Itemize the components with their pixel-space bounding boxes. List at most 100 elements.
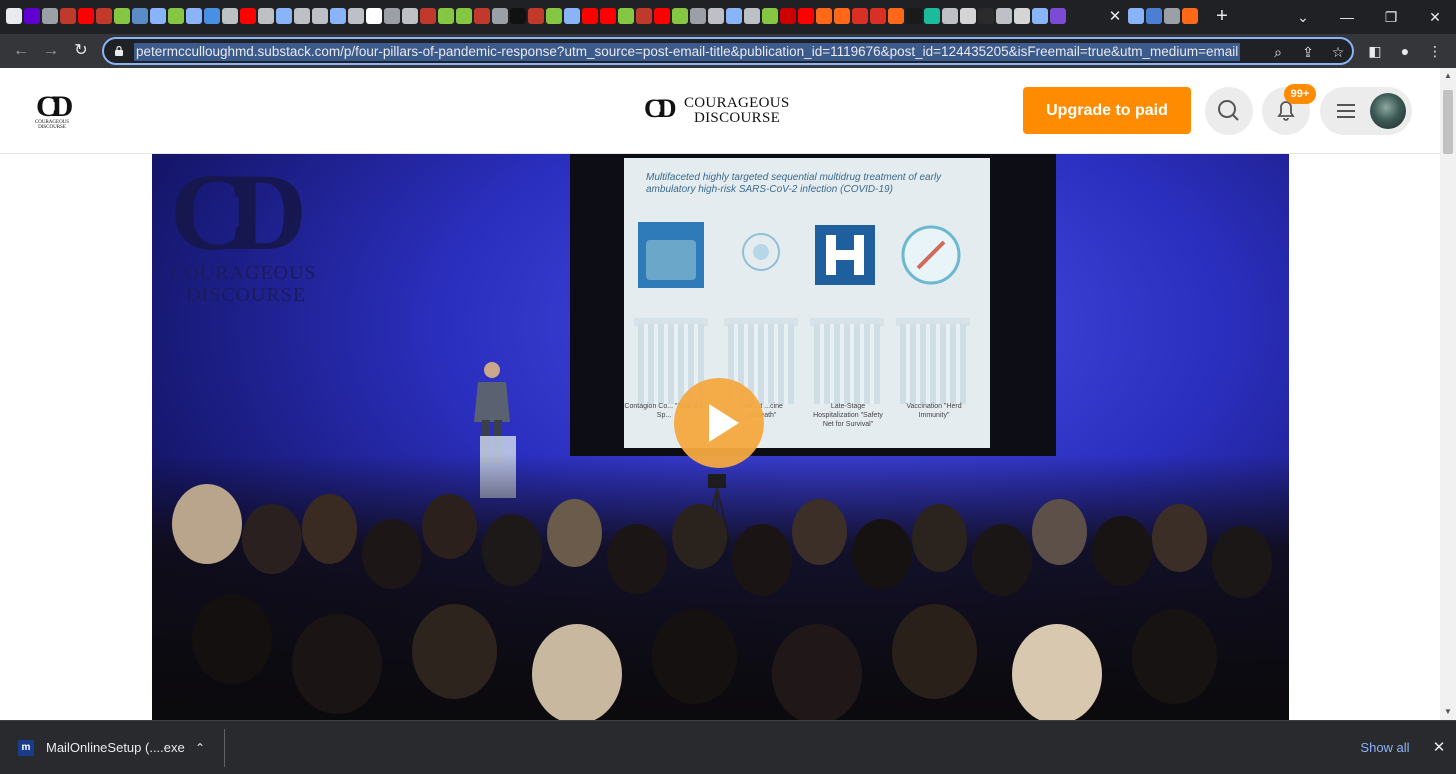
tab-favicon-substack-icon[interactable] xyxy=(816,8,832,24)
url-text[interactable]: petermcculloughmd.substack.com/p/four-pi… xyxy=(134,43,1241,61)
publication-logo-center[interactable]: CD COURAGEOUS DISCOURSE xyxy=(644,94,796,130)
audience-head xyxy=(172,484,242,564)
tab-favicon-youtube-icon[interactable] xyxy=(240,8,256,24)
tab-favicon-dots-icon[interactable] xyxy=(150,8,166,24)
tab-favicon-youtube-icon[interactable] xyxy=(654,8,670,24)
tab-favicon-bi-icon[interactable] xyxy=(636,8,652,24)
tab-favicon-circle-icon[interactable] xyxy=(906,8,922,24)
tab-favicon-youtube-icon[interactable] xyxy=(798,8,814,24)
close-download-bar-icon[interactable]: ✕ xyxy=(1428,737,1450,759)
tab-favicon-bi-icon[interactable] xyxy=(474,8,490,24)
tab-favicon-rumble-icon[interactable] xyxy=(672,8,688,24)
tab-favicon-dots-icon[interactable] xyxy=(1128,8,1144,24)
tab-favicon-bi-icon[interactable] xyxy=(60,8,76,24)
close-tab-icon[interactable]: ✕ xyxy=(1106,8,1124,26)
avatar[interactable] xyxy=(1370,93,1406,129)
tab-favicon-substack-icon[interactable] xyxy=(834,8,850,24)
close-window-icon[interactable]: ✕ xyxy=(1424,6,1446,28)
tab-favicon-dots-icon[interactable] xyxy=(276,8,292,24)
tab-favicon-rumble-icon[interactable] xyxy=(114,8,130,24)
tab-favicon-globe-icon[interactable] xyxy=(996,8,1012,24)
tab-favicon-search-icon[interactable] xyxy=(330,8,346,24)
tab-favicon-globe-icon[interactable] xyxy=(258,8,274,24)
download-filename[interactable]: MailOnlineSetup (....exe xyxy=(46,740,185,756)
tab-favicon-lit-icon[interactable] xyxy=(42,8,58,24)
tab-favicon-globe-icon[interactable] xyxy=(942,8,958,24)
tab-favicon-youtube-icon[interactable] xyxy=(78,8,94,24)
tab-favicon-globe-icon[interactable] xyxy=(222,8,238,24)
back-icon[interactable]: ← xyxy=(10,40,32,62)
tab-favicon-rumble-icon[interactable] xyxy=(762,8,778,24)
tab-favicon-rumble-icon[interactable] xyxy=(168,8,184,24)
tab-favicon-dots-icon[interactable] xyxy=(564,8,580,24)
tab-favicon-rumble-icon[interactable] xyxy=(546,8,562,24)
show-all-downloads-button[interactable]: Show all xyxy=(1352,737,1418,759)
profile-icon[interactable]: ● xyxy=(1394,40,1416,62)
tab-favicon-lit-icon[interactable] xyxy=(1164,8,1180,24)
tab-favicon-ei-icon[interactable] xyxy=(978,8,994,24)
tab-favicon-globe-icon[interactable] xyxy=(294,8,310,24)
tab-favicon-flag-icon[interactable] xyxy=(870,8,886,24)
tab-favicon-shield-icon[interactable] xyxy=(132,8,148,24)
tab-favicon-lit-icon[interactable] xyxy=(690,8,706,24)
tab-favicon-dark-icon[interactable] xyxy=(510,8,526,24)
tab-favicon-substack-icon[interactable] xyxy=(888,8,904,24)
tab-favicon-grid-icon[interactable] xyxy=(204,8,220,24)
reload-icon[interactable]: ↻ xyxy=(70,40,92,62)
share-icon[interactable]: ⇪ xyxy=(1298,42,1318,62)
tab-favicon-globe-icon[interactable] xyxy=(402,8,418,24)
address-bar[interactable]: petermcculloughmd.substack.com/p/four-pi… xyxy=(102,37,1354,65)
tab-favicon-yahoo-icon[interactable] xyxy=(24,8,40,24)
audience-head xyxy=(1132,609,1217,704)
bookmark-star-icon[interactable]: ☆ xyxy=(1328,42,1348,62)
tab-favicon-rumble-icon[interactable] xyxy=(456,8,472,24)
tab-favicon-globe-icon[interactable] xyxy=(708,8,724,24)
tab-favicon-bi-icon[interactable] xyxy=(420,8,436,24)
download-options-chevron-icon[interactable]: ⌃ xyxy=(195,738,205,758)
tab-favicon-youtube-icon[interactable] xyxy=(600,8,616,24)
side-panel-icon[interactable]: ◧ xyxy=(1364,40,1386,62)
video-player[interactable]: CD COURAGEOUS DISCOURSE Multifaceted hig… xyxy=(152,154,1289,720)
scroll-down-icon[interactable]: ▼ xyxy=(1440,704,1456,720)
pillar xyxy=(900,324,966,404)
minimize-icon[interactable]: — xyxy=(1336,6,1358,28)
publication-logo-small[interactable]: CD COURAGEOUS DISCOURSE xyxy=(32,92,74,132)
tab-favicon-g-icon[interactable] xyxy=(924,8,940,24)
tab-favicon-globe-icon[interactable] xyxy=(348,8,364,24)
audience-head xyxy=(852,519,912,589)
tab-favicon-rumble-icon[interactable] xyxy=(438,8,454,24)
audience-head xyxy=(422,494,477,559)
page-scrollbar[interactable]: ▲ ▼ xyxy=(1440,68,1456,720)
tab-favicon-medal-icon[interactable] xyxy=(960,8,976,24)
tab-favicon-search-icon[interactable] xyxy=(1032,8,1048,24)
tab-favicon-dots-icon[interactable] xyxy=(186,8,202,24)
tab-favicon-medal-icon[interactable] xyxy=(1014,8,1030,24)
tab-favicon-flag-icon[interactable] xyxy=(852,8,868,24)
tab-favicon-globe-icon[interactable] xyxy=(744,8,760,24)
upgrade-button[interactable]: Upgrade to paid xyxy=(1023,87,1191,134)
tab-favicon-substack-icon[interactable] xyxy=(1182,8,1198,24)
scroll-up-icon[interactable]: ▲ xyxy=(1440,68,1456,84)
tab-favicon-cnn-icon[interactable] xyxy=(780,8,796,24)
tab-favicon-lit-icon[interactable] xyxy=(492,8,508,24)
tab-favicon-atom-icon[interactable] xyxy=(1146,8,1162,24)
tab-favicon-search-icon[interactable] xyxy=(726,8,742,24)
restore-icon[interactable]: ❐ xyxy=(1380,6,1402,28)
tab-favicon-email-icon[interactable] xyxy=(1050,8,1066,24)
tab-favicon-globe-icon[interactable] xyxy=(312,8,328,24)
tab-search-chevron-icon[interactable]: ⌄ xyxy=(1292,6,1314,28)
new-tab-button[interactable]: + xyxy=(1212,6,1232,26)
tab-favicon-chrome-icon[interactable] xyxy=(6,8,22,24)
forward-icon[interactable]: → xyxy=(40,40,62,62)
play-button[interactable] xyxy=(674,378,764,468)
tab-favicon-bi-icon[interactable] xyxy=(528,8,544,24)
tab-favicon-bi-icon[interactable] xyxy=(96,8,112,24)
scroll-thumb[interactable] xyxy=(1443,90,1453,154)
tab-favicon-lit-icon[interactable] xyxy=(384,8,400,24)
tab-favicon-youtube-icon[interactable] xyxy=(582,8,598,24)
search-button[interactable] xyxy=(1205,87,1253,135)
chrome-menu-icon[interactable]: ⋮ xyxy=(1424,40,1446,62)
tab-favicon-rumble-icon[interactable] xyxy=(618,8,634,24)
zoom-icon[interactable]: ⌕ xyxy=(1268,42,1288,62)
tab-favicon-google-icon[interactable] xyxy=(366,8,382,24)
